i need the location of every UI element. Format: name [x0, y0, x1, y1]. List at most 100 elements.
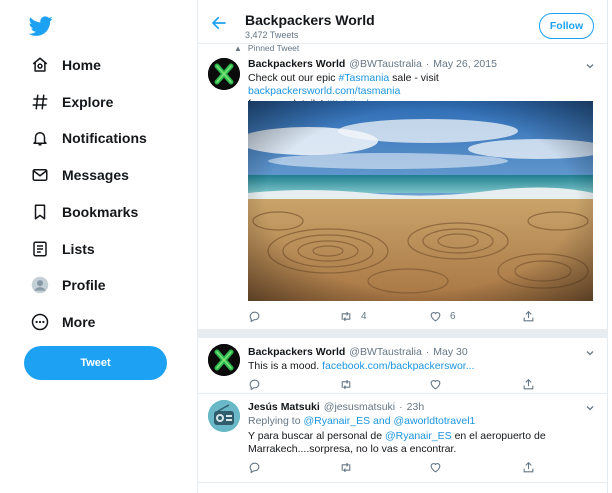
- profile-header: Backpackers World 3,472 Tweets Follow: [198, 0, 607, 44]
- back-arrow-icon[interactable]: [210, 14, 228, 32]
- nav-explore[interactable]: Explore: [22, 86, 113, 118]
- nav-notifications[interactable]: Notifications: [22, 122, 147, 154]
- nav-bookmarks-label: Bookmarks: [62, 204, 139, 220]
- reply-context: Replying to @Ryanair_ES and @aworldtotra…: [248, 415, 548, 428]
- envelope-icon: [28, 163, 52, 187]
- tweet-actions: [248, 378, 548, 392]
- reply-action[interactable]: [248, 461, 261, 474]
- author-name[interactable]: Backpackers World: [248, 58, 345, 70]
- nav-bookmarks[interactable]: Bookmarks: [22, 196, 138, 228]
- reply-action[interactable]: [248, 378, 261, 391]
- meta-separator: ·: [399, 401, 403, 413]
- author-handle[interactable]: @BWTaustralia: [349, 346, 422, 358]
- share-icon: [523, 461, 534, 473]
- reply-icon: [249, 311, 260, 323]
- home-icon: [28, 53, 52, 77]
- author-handle[interactable]: @jesusmatsuki: [324, 401, 395, 413]
- author-name[interactable]: Jesús Matsuki: [248, 401, 320, 413]
- tweet-text-part: This is a mood.: [248, 360, 323, 372]
- share-action[interactable]: [522, 461, 535, 474]
- reply-icon: [249, 379, 260, 391]
- tweet-text-part: Y para buscar al personal de: [248, 430, 385, 442]
- retweet-icon: [341, 379, 351, 390]
- nav-profile-label: Profile: [62, 277, 106, 293]
- avatar[interactable]: [208, 400, 240, 432]
- url-link[interactable]: backpackersworld.com/tasmania: [248, 85, 400, 97]
- page-title: Backpackers World: [245, 12, 375, 28]
- reply-prefix: Replying to: [248, 415, 304, 427]
- nav-messages[interactable]: Messages: [22, 159, 129, 191]
- heart-icon: [430, 463, 441, 473]
- like-action[interactable]: 6: [429, 310, 456, 323]
- tweet-header: Backpackers World @BWTaustralia · May 30: [248, 346, 468, 358]
- nav-explore-label: Explore: [62, 94, 114, 110]
- share-action[interactable]: [522, 310, 535, 323]
- tweet-actions: 4 6: [248, 310, 548, 324]
- hashtag-icon: [28, 90, 52, 114]
- like-action[interactable]: [429, 378, 442, 391]
- tweet-date[interactable]: 23h: [407, 401, 425, 413]
- chevron-down-icon[interactable]: [585, 403, 595, 413]
- pin-icon: ▲: [234, 43, 242, 53]
- retweet-action[interactable]: [339, 378, 353, 391]
- tweet-text-part: Check out our epic: [248, 72, 339, 84]
- beach-photo[interactable]: [248, 101, 593, 301]
- tweet-separator: [198, 393, 607, 394]
- retweet-icon: [341, 311, 351, 322]
- chevron-down-icon[interactable]: [585, 61, 595, 71]
- tweet-header: Jesús Matsuki @jesusmatsuki · 23h: [248, 401, 424, 413]
- bw-logo-icon: [208, 58, 240, 90]
- tweet-text: This is a mood. facebook.com/backpackers…: [248, 360, 548, 373]
- tweet-button[interactable]: Tweet: [24, 346, 167, 380]
- radio-avatar-icon: [208, 400, 240, 432]
- retweet-action[interactable]: 4: [339, 310, 367, 323]
- nav-home-label: Home: [62, 57, 101, 73]
- meta-separator: ·: [425, 346, 430, 358]
- retweet-icon: [341, 462, 351, 473]
- like-action[interactable]: [429, 461, 442, 474]
- retweet-action[interactable]: [339, 461, 353, 474]
- meta-separator: ·: [425, 58, 430, 70]
- author-name[interactable]: Backpackers World: [248, 346, 345, 358]
- url-link[interactable]: facebook.com/backpackerswor...: [322, 360, 474, 372]
- tweet[interactable]: Backpackers World @BWTaustralia · May 30…: [198, 340, 607, 394]
- timeline-column: Backpackers World 3,472 Tweets Follow ▲ …: [197, 0, 608, 493]
- avatar[interactable]: [208, 344, 240, 376]
- nav-messages-label: Messages: [62, 167, 129, 183]
- tweet-header: Backpackers World @BWTaustralia · May 26…: [248, 58, 497, 70]
- tweet-actions: [248, 461, 548, 475]
- avatar[interactable]: [208, 58, 240, 90]
- mention-link[interactable]: @Ryanair_ES: [303, 415, 370, 427]
- twitter-bird-icon[interactable]: [28, 14, 54, 38]
- nav-more-label: More: [62, 314, 96, 330]
- tweet-date[interactable]: May 30: [433, 346, 467, 358]
- pinned-text: Pinned Tweet: [247, 43, 300, 53]
- chevron-down-icon[interactable]: [585, 348, 595, 358]
- nav-profile[interactable]: Profile: [22, 269, 106, 301]
- retweet-count: 4: [361, 311, 367, 322]
- reply-action[interactable]: [248, 310, 261, 323]
- tweet-date[interactable]: May 26, 2015: [433, 58, 497, 70]
- bw-logo-icon: [208, 344, 240, 376]
- bookmark-icon: [28, 200, 52, 224]
- tweet-pinned[interactable]: Backpackers World @BWTaustralia · May 26…: [198, 54, 607, 329]
- tweet[interactable]: Jesús Matsuki @jesusmatsuki · 23h Replyi…: [198, 396, 607, 481]
- tweet-text-part: sale - visit: [389, 72, 439, 84]
- tweet-separator: [198, 482, 607, 483]
- tweet-text: Y para buscar al personal de @Ryanair_ES…: [248, 430, 548, 456]
- hashtag-link[interactable]: #Tasmania: [338, 72, 389, 84]
- reply-icon: [249, 462, 260, 474]
- nav-home[interactable]: Home: [22, 49, 101, 81]
- list-icon: [28, 237, 52, 261]
- follow-button[interactable]: Follow: [539, 13, 594, 39]
- nav-lists[interactable]: Lists: [22, 233, 95, 265]
- pinned-tweet-label: ▲ Pinned Tweet: [234, 43, 299, 53]
- share-action[interactable]: [522, 378, 535, 391]
- mention-link[interactable]: @aworldtotravel1: [394, 415, 476, 427]
- nav-notifications-label: Notifications: [62, 130, 147, 146]
- share-icon: [523, 378, 534, 390]
- author-handle[interactable]: @BWTaustralia: [349, 58, 422, 70]
- left-navigation: Home Explore Notifications Messages Book…: [0, 0, 197, 493]
- mention-link[interactable]: @Ryanair_ES: [385, 430, 452, 442]
- nav-more[interactable]: More: [22, 306, 95, 338]
